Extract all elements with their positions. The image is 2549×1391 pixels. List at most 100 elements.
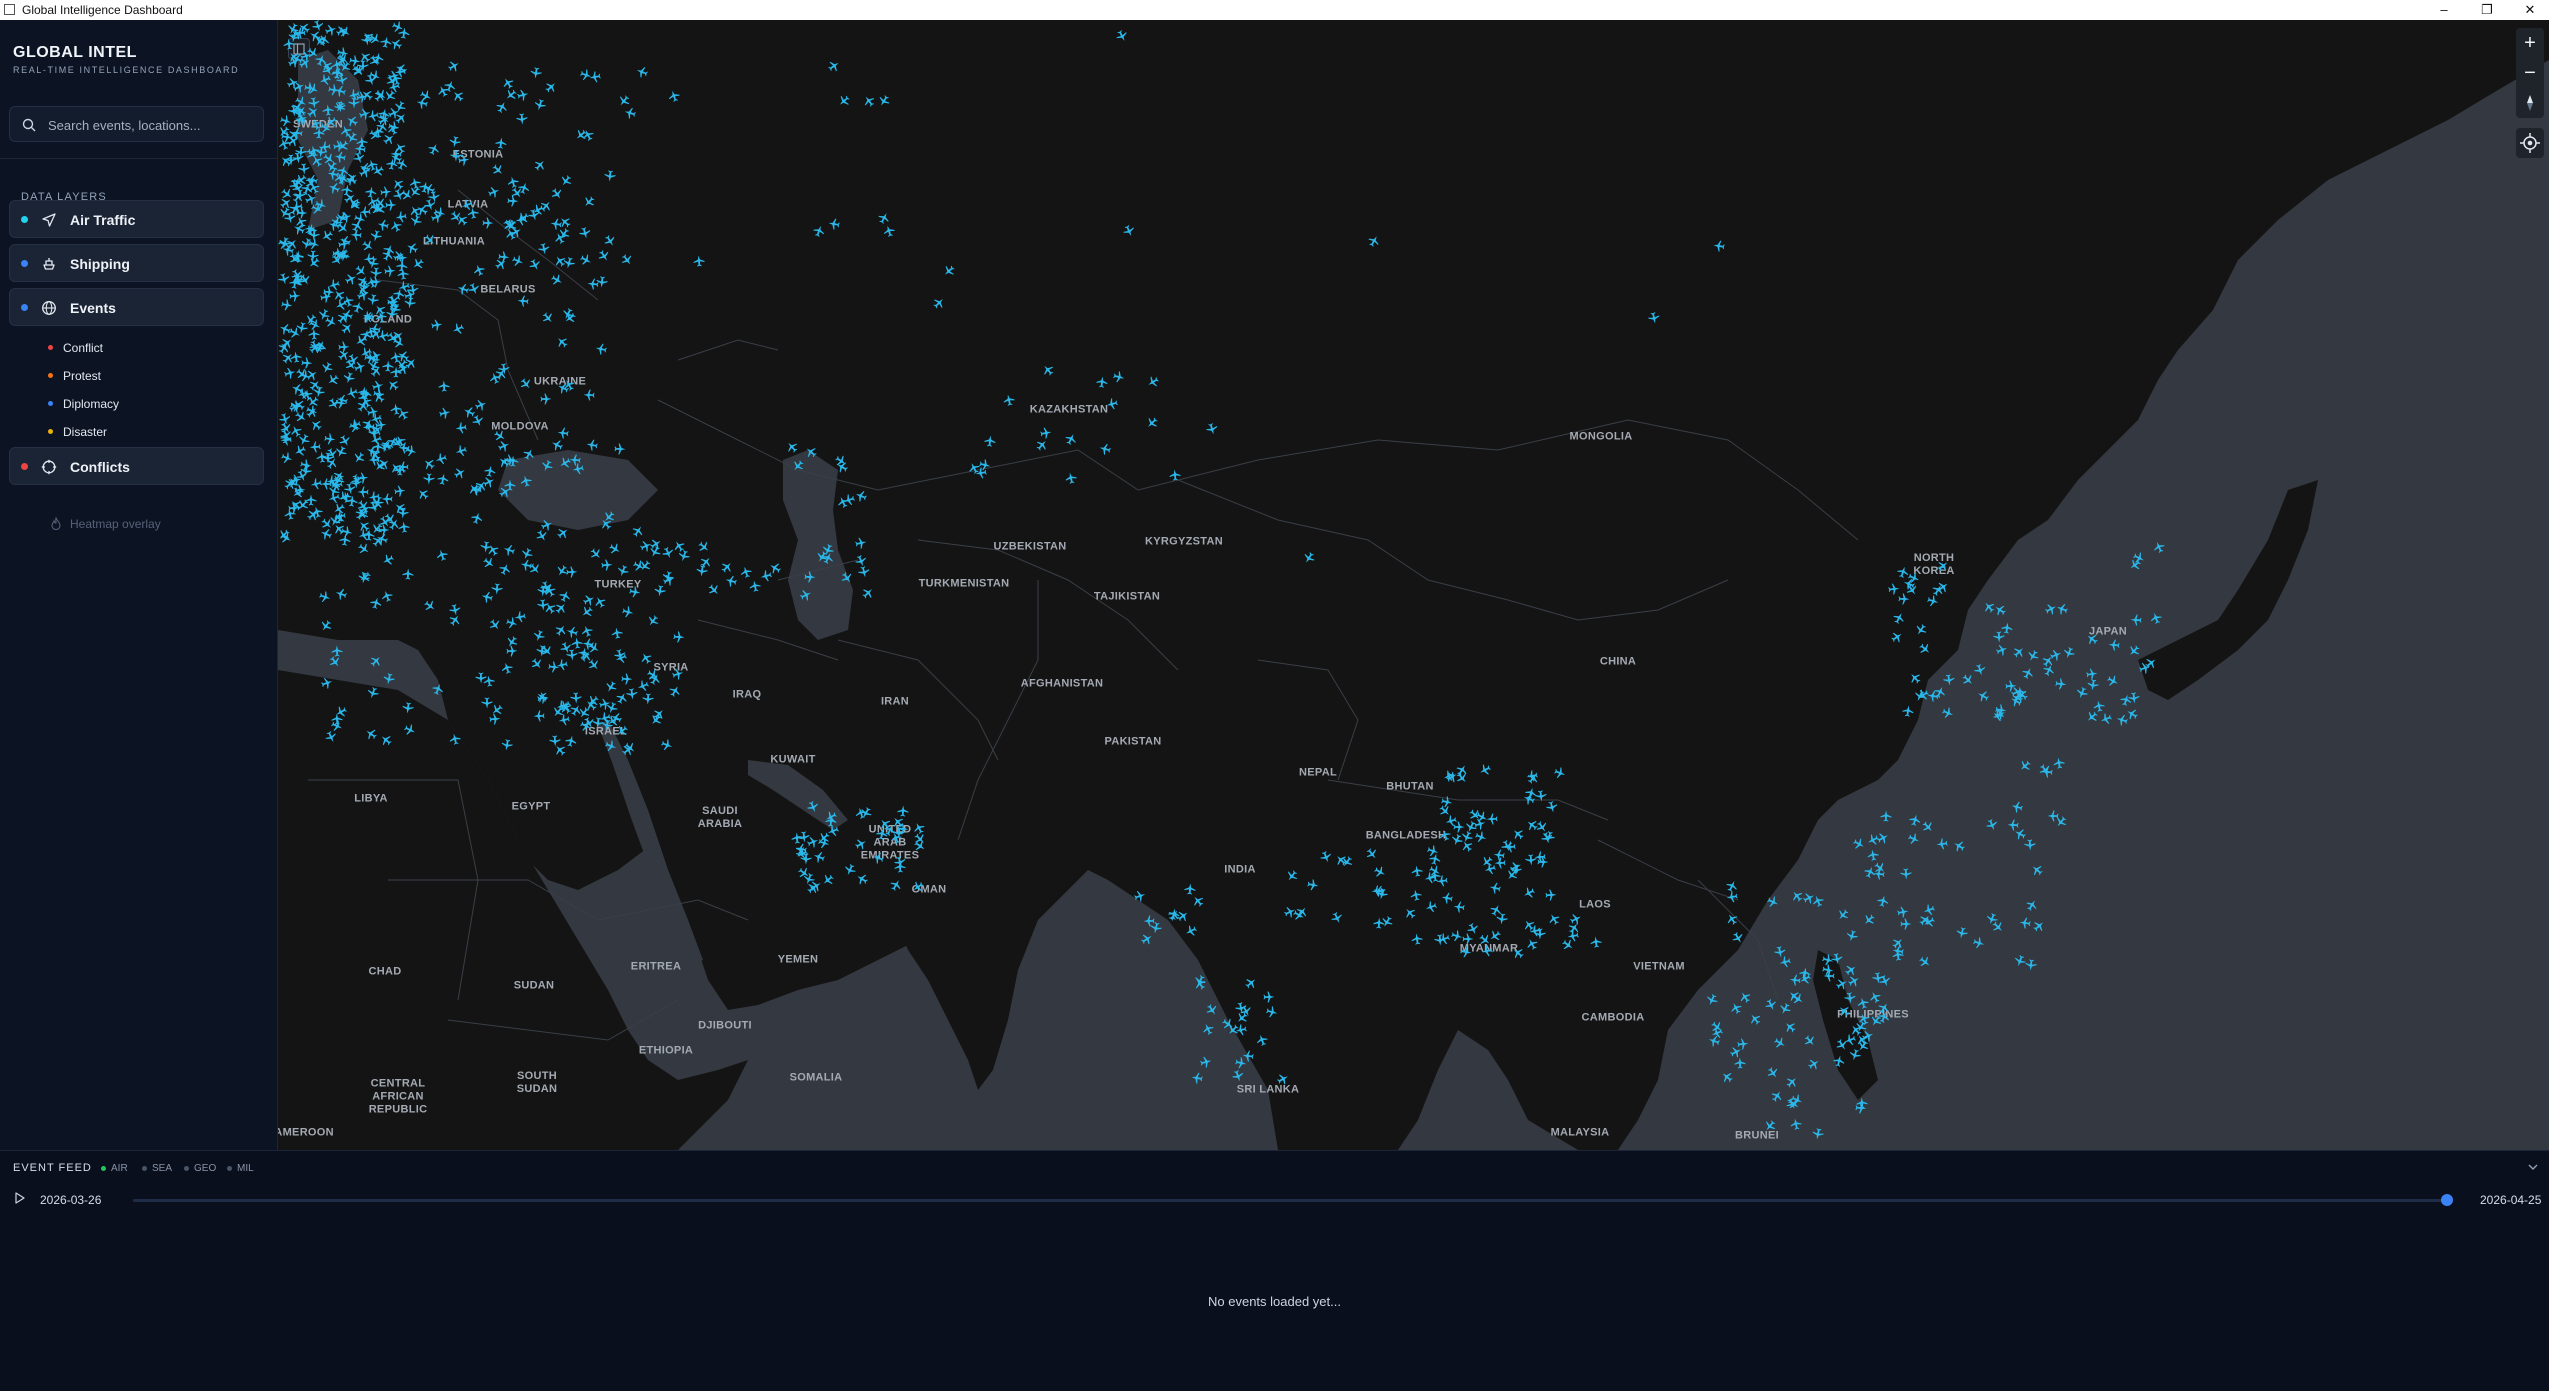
aircraft-icon[interactable] [875, 827, 889, 841]
aircraft-icon[interactable] [577, 646, 591, 660]
aircraft-icon[interactable] [1900, 868, 1913, 881]
aircraft-icon[interactable] [503, 453, 516, 466]
aircraft-icon[interactable] [791, 832, 804, 845]
aircraft-icon[interactable] [303, 81, 316, 94]
aircraft-icon[interactable] [583, 389, 595, 401]
aircraft-icon[interactable] [2108, 638, 2121, 651]
timeline-slider[interactable] [133, 1194, 2453, 1206]
aircraft-icon[interactable] [2018, 916, 2032, 930]
aircraft-icon[interactable] [2007, 819, 2020, 832]
aircraft-icon[interactable] [494, 136, 507, 149]
aircraft-icon[interactable] [1712, 239, 1726, 253]
aircraft-icon[interactable] [1440, 891, 1454, 905]
aircraft-icon[interactable] [348, 97, 360, 109]
aircraft-icon[interactable] [491, 583, 504, 596]
aircraft-icon[interactable] [500, 738, 514, 752]
aircraft-icon[interactable] [279, 433, 292, 446]
aircraft-icon[interactable] [322, 104, 335, 117]
aircraft-icon[interactable] [692, 254, 705, 267]
aircraft-icon[interactable] [482, 217, 494, 229]
aircraft-icon[interactable] [519, 558, 533, 572]
aircraft-icon[interactable] [448, 135, 462, 149]
aircraft-icon[interactable] [1459, 945, 1473, 959]
aircraft-icon[interactable] [1647, 311, 1661, 325]
aircraft-icon[interactable] [436, 472, 450, 486]
aircraft-icon[interactable] [2092, 699, 2106, 713]
aircraft-icon[interactable] [1241, 1049, 1254, 1062]
aircraft-icon[interactable] [549, 217, 563, 231]
aircraft-icon[interactable] [1789, 1117, 1803, 1131]
aircraft-icon[interactable] [556, 426, 569, 439]
aircraft-icon[interactable] [1306, 878, 1320, 892]
close-icon[interactable]: ✕ [2507, 0, 2549, 20]
aircraft-icon[interactable] [371, 125, 385, 139]
aircraft-icon[interactable] [1428, 869, 1441, 882]
aircraft-icon[interactable] [1725, 890, 1739, 904]
layer-conflicts[interactable]: Conflicts [9, 447, 264, 485]
aircraft-icon[interactable] [488, 712, 501, 725]
aircraft-icon[interactable] [1039, 426, 1053, 440]
aircraft-icon[interactable] [1462, 933, 1474, 945]
aircraft-icon[interactable] [610, 626, 624, 640]
play-icon[interactable] [14, 1192, 26, 1204]
aircraft-icon[interactable] [1788, 973, 1801, 986]
aircraft-icon[interactable] [1064, 471, 1078, 485]
aircraft-icon[interactable] [338, 341, 350, 353]
aircraft-icon[interactable] [1901, 704, 1915, 718]
aircraft-icon[interactable] [394, 464, 406, 476]
layer-events[interactable]: Events [9, 288, 264, 326]
aircraft-icon[interactable] [397, 507, 410, 520]
aircraft-icon[interactable] [748, 579, 762, 593]
aircraft-icon[interactable] [614, 443, 626, 455]
aircraft-icon[interactable] [1891, 944, 1905, 958]
aircraft-icon[interactable] [1190, 1071, 1204, 1085]
aircraft-icon[interactable] [2054, 677, 2067, 690]
aircraft-icon[interactable] [1234, 1001, 1248, 1015]
aircraft-icon[interactable] [371, 440, 384, 453]
aircraft-icon[interactable] [395, 259, 408, 272]
aircraft-icon[interactable] [371, 51, 385, 65]
aircraft-icon[interactable] [1184, 883, 1197, 896]
aircraft-icon[interactable] [1993, 631, 2005, 643]
timeline-thumb[interactable] [2441, 1194, 2453, 1206]
aircraft-icon[interactable] [547, 660, 560, 673]
aircraft-icon[interactable] [332, 139, 346, 153]
aircraft-icon[interactable] [403, 296, 417, 310]
aircraft-icon[interactable] [1452, 900, 1465, 913]
aircraft-icon[interactable] [1866, 848, 1880, 862]
aircraft-icon[interactable] [360, 33, 373, 46]
aircraft-icon[interactable] [309, 441, 322, 454]
aircraft-icon[interactable] [2052, 756, 2066, 770]
aircraft-icon[interactable] [854, 536, 868, 550]
aircraft-icon[interactable] [1811, 1127, 1825, 1141]
aircraft-icon[interactable] [393, 484, 407, 498]
aircraft-icon[interactable] [1373, 917, 1386, 930]
aircraft-icon[interactable] [540, 393, 552, 405]
aircraft-icon[interactable] [2086, 678, 2100, 692]
aircraft-icon[interactable] [2130, 614, 2143, 627]
aircraft-icon[interactable] [438, 380, 451, 393]
aircraft-icon[interactable] [1935, 837, 1949, 851]
aircraft-icon[interactable] [673, 631, 686, 644]
aircraft-icon[interactable] [536, 584, 549, 597]
aircraft-icon[interactable] [1143, 915, 1155, 927]
aircraft-icon[interactable] [1495, 912, 1509, 926]
layer-shipping[interactable]: Shipping [9, 244, 264, 282]
aircraft-icon[interactable] [516, 113, 529, 126]
aircraft-icon[interactable] [983, 434, 996, 447]
aircraft-icon[interactable] [379, 35, 393, 49]
aircraft-icon[interactable] [397, 520, 410, 533]
aircraft-icon[interactable] [1410, 864, 1424, 878]
aircraft-icon[interactable] [457, 153, 470, 166]
aircraft-icon[interactable] [430, 318, 444, 332]
aircraft-icon[interactable] [401, 701, 414, 714]
aircraft-icon[interactable] [603, 169, 616, 182]
aircraft-icon[interactable] [1494, 857, 1506, 869]
chevron-down-icon[interactable] [2526, 1160, 2540, 1174]
layer-air-traffic[interactable]: Air Traffic [9, 200, 264, 238]
aircraft-icon[interactable] [1525, 854, 1538, 867]
minimize-icon[interactable]: – [2421, 0, 2467, 20]
aircraft-icon[interactable] [1409, 888, 1423, 902]
aircraft-icon[interactable] [1900, 918, 1912, 930]
aircraft-icon[interactable] [1002, 393, 1016, 407]
